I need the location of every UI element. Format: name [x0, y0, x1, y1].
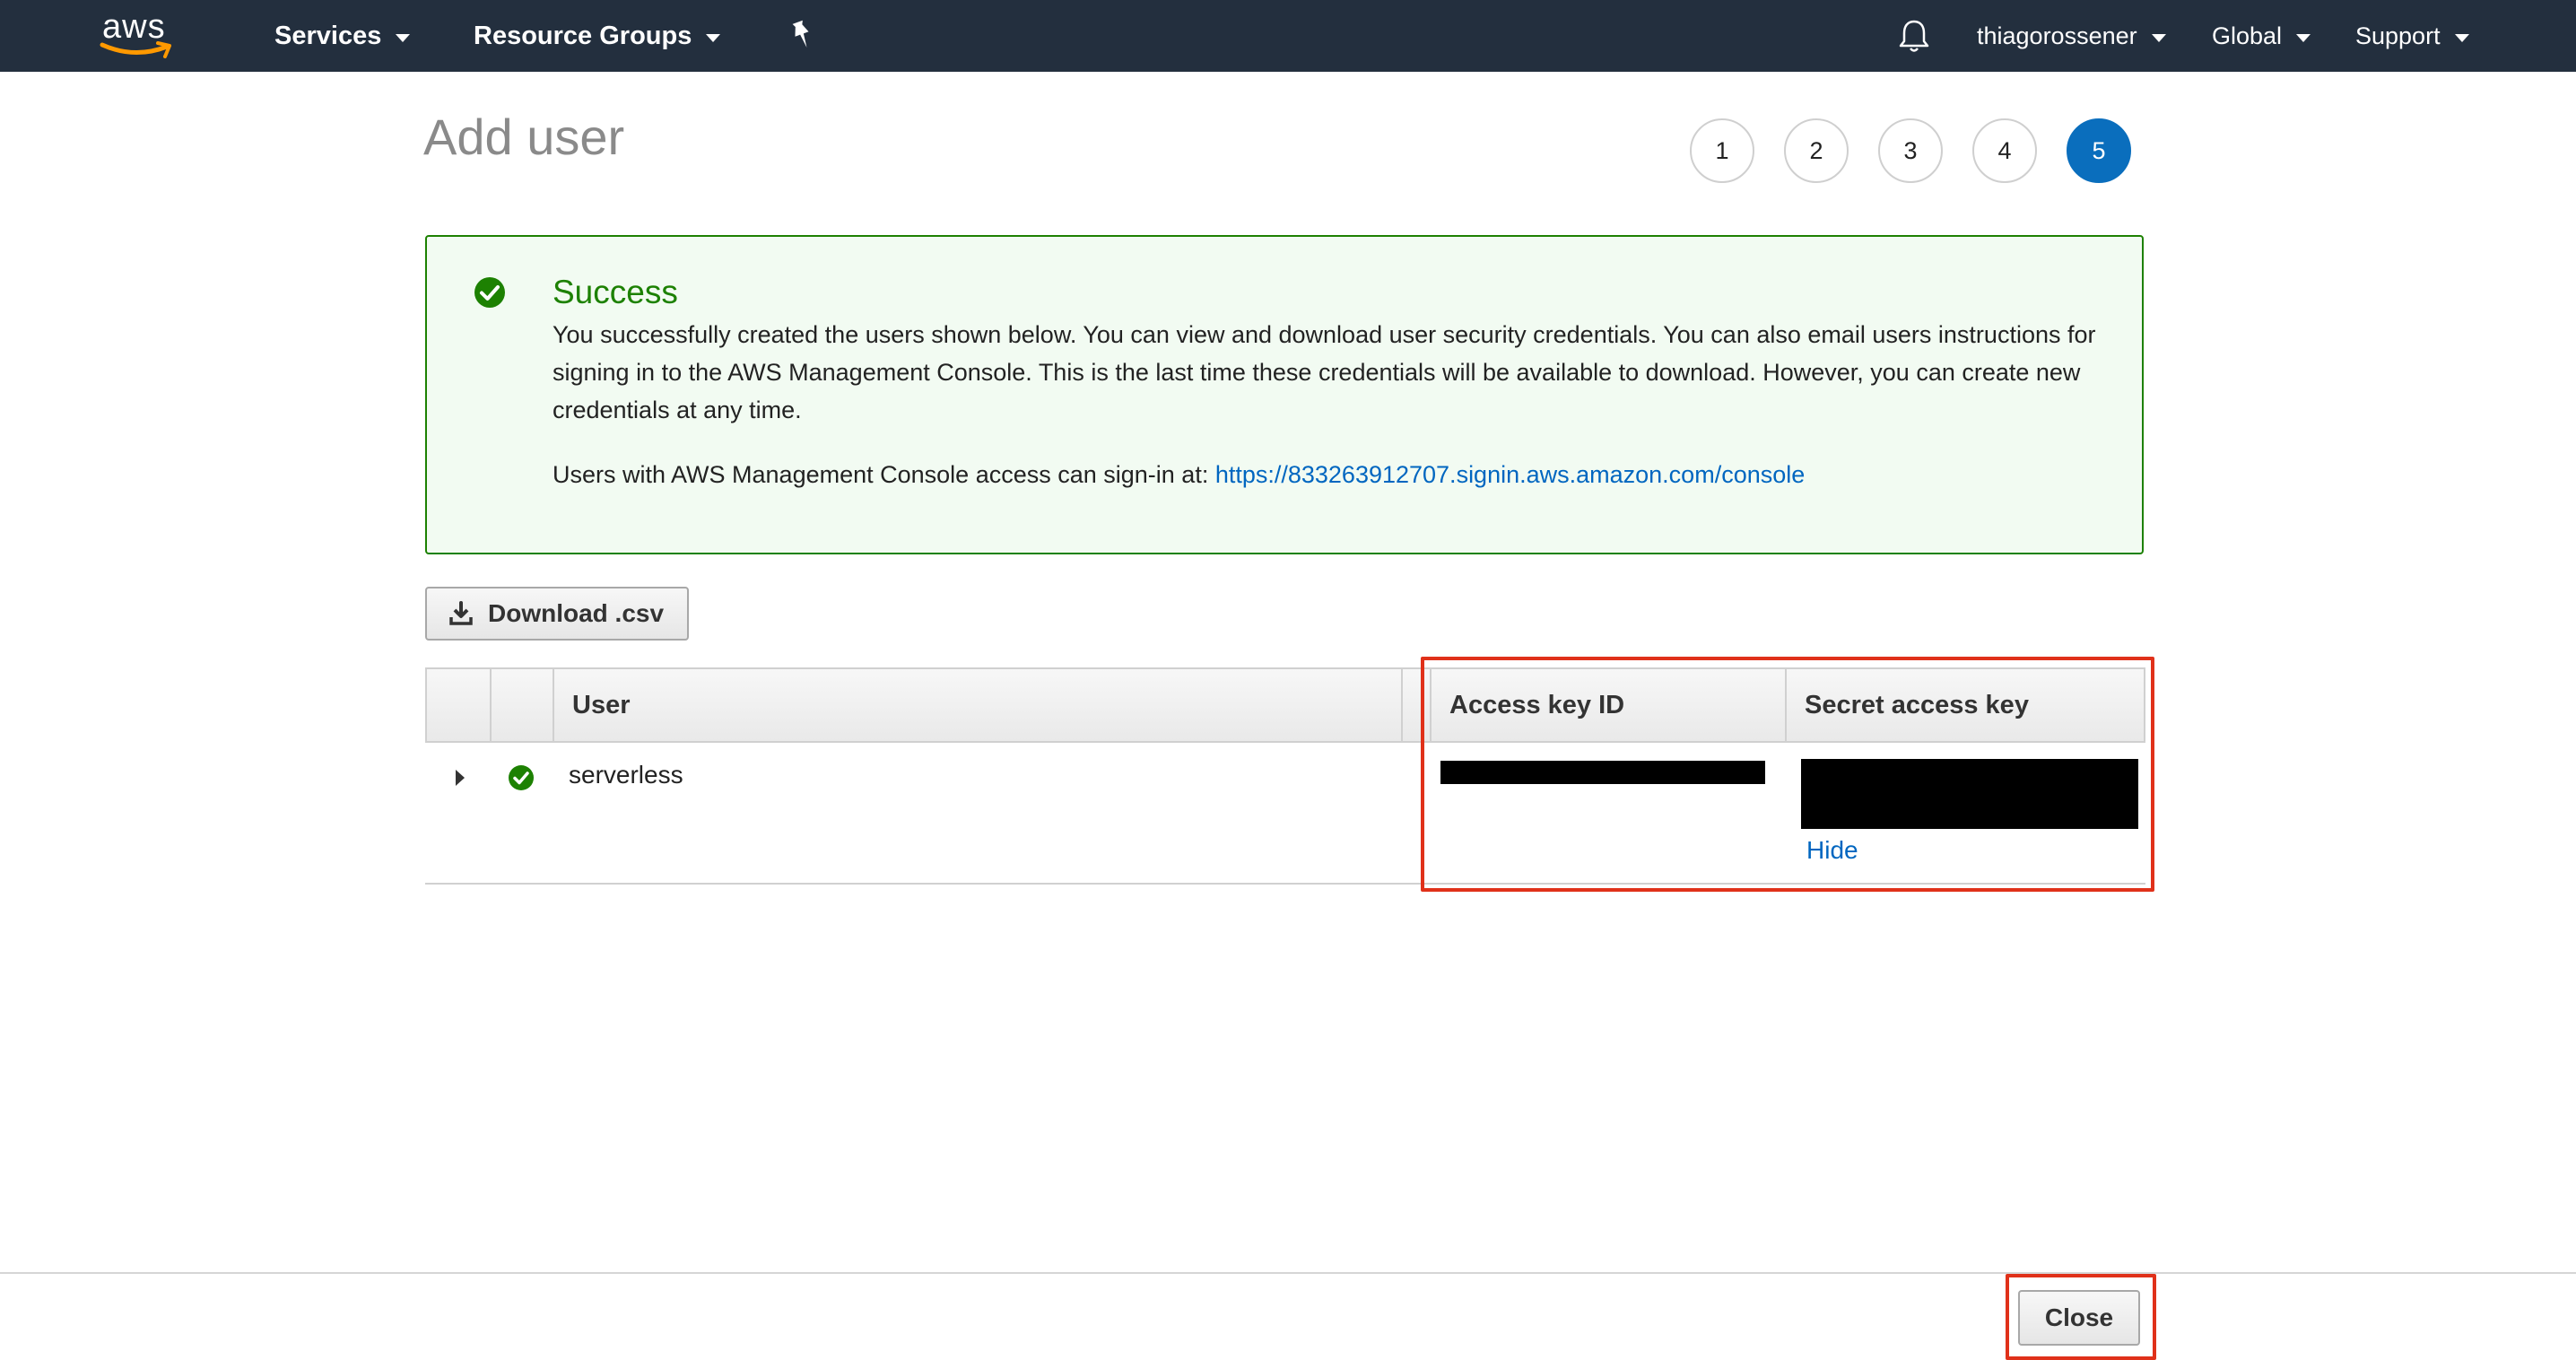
user-name-cell: serverless [569, 761, 683, 789]
user-column-header[interactable]: User [554, 669, 1403, 741]
success-alert: Success You successfully created the use… [425, 235, 2144, 554]
alert-message: You successfully created the users shown… [553, 321, 2096, 423]
aws-smile-icon [100, 41, 171, 58]
status-column-header [492, 669, 554, 741]
services-menu[interactable]: Services [274, 0, 411, 72]
aws-logo[interactable]: aws [95, 5, 181, 63]
success-check-icon [474, 277, 505, 308]
support-menu[interactable]: Support [2355, 0, 2469, 72]
alert-title: Success [553, 274, 678, 310]
account-menu[interactable]: thiagorossener [1977, 0, 2166, 72]
console-signin-link[interactable]: https://833263912707.signin.aws.amazon.c… [1215, 461, 1805, 488]
page-title: Add user [423, 109, 625, 165]
resource-groups-label: Resource Groups [474, 21, 692, 50]
signin-text: Users with AWS Management Console access… [553, 461, 1215, 488]
close-button[interactable]: Close [2018, 1290, 2140, 1346]
signin-info: Users with AWS Management Console access… [553, 456, 1805, 493]
download-icon [449, 601, 473, 625]
expand-row-icon[interactable] [454, 768, 466, 788]
step-2[interactable]: 2 [1784, 118, 1849, 183]
region-menu[interactable]: Global [2212, 0, 2311, 72]
resource-groups-menu[interactable]: Resource Groups [474, 0, 721, 72]
download-csv-label: Download .csv [488, 599, 665, 627]
region-label: Global [2212, 22, 2283, 49]
aws-logo-text: aws [102, 8, 166, 46]
step-4[interactable]: 4 [1972, 118, 2037, 183]
support-label: Support [2355, 22, 2441, 49]
step-1[interactable]: 1 [1690, 118, 1754, 183]
step-3[interactable]: 3 [1878, 118, 1943, 183]
download-csv-button[interactable]: Download .csv [425, 587, 689, 641]
bell-icon[interactable] [1898, 18, 1930, 54]
pin-icon[interactable] [788, 20, 816, 50]
footer-divider [0, 1272, 2576, 1274]
success-check-icon [509, 765, 534, 790]
top-navigation-bar: aws Services Resource Groups thiagorosse… [0, 0, 2576, 72]
chevron-down-icon [2296, 33, 2311, 42]
expand-column-header [427, 669, 492, 741]
services-label: Services [274, 21, 382, 50]
chevron-down-icon [2454, 33, 2469, 42]
step-5-active: 5 [2067, 118, 2131, 183]
credentials-highlight-box [1421, 657, 2154, 892]
chevron-down-icon [396, 33, 411, 42]
chevron-down-icon [2151, 33, 2166, 42]
account-name: thiagorossener [1977, 22, 2137, 49]
chevron-down-icon [706, 33, 721, 42]
